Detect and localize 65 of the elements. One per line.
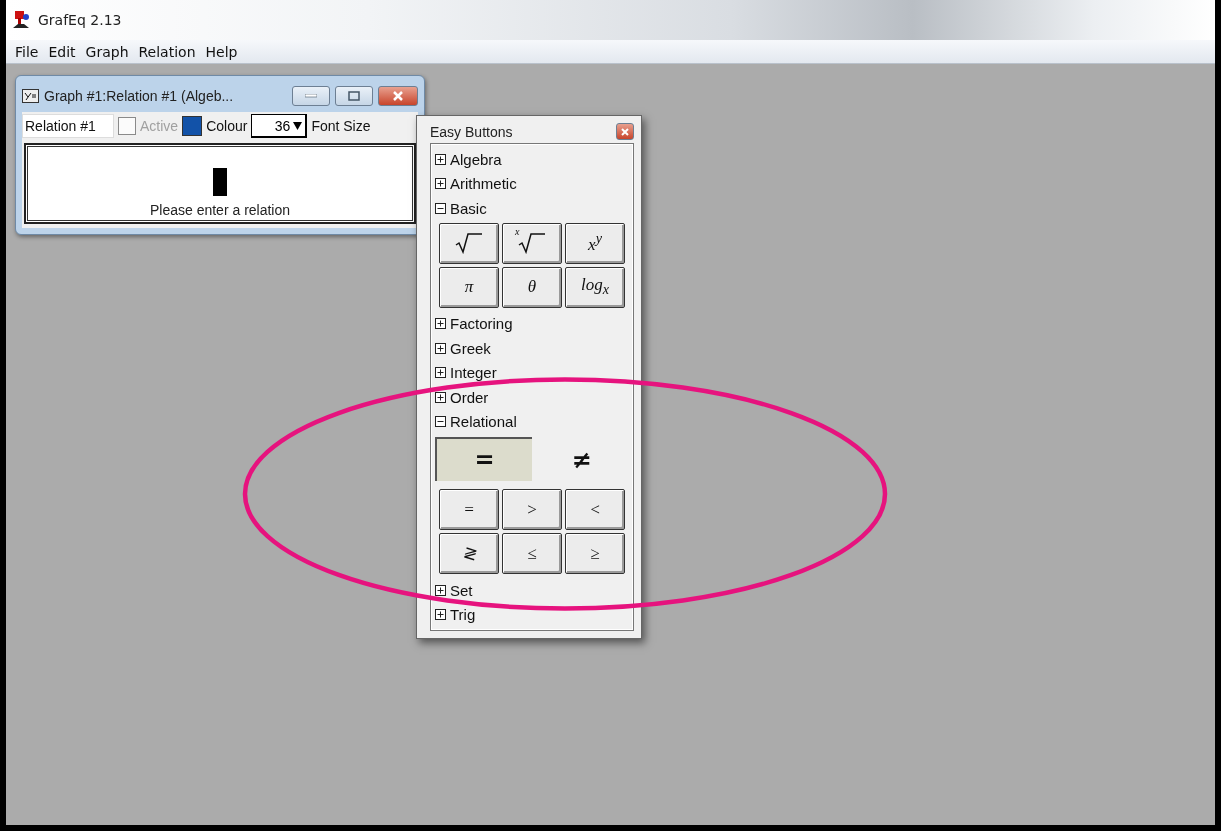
- square-root-icon: [454, 232, 484, 254]
- caret-icon: [293, 121, 303, 130]
- collapse-icon[interactable]: [435, 202, 446, 214]
- maximize-button[interactable]: [335, 86, 373, 106]
- menu-item[interactable]: Graph: [80, 43, 134, 60]
- expand-icon[interactable]: [435, 153, 446, 165]
- symbol-button[interactable]: ≤: [502, 533, 562, 574]
- category-label[interactable]: Trig: [450, 606, 476, 624]
- close-icon: [392, 91, 404, 101]
- app-logo-icon: [12, 10, 32, 30]
- graph-window-icon: [22, 89, 39, 103]
- expand-icon[interactable]: [435, 367, 446, 379]
- relation-name-field[interactable]: Relation #1: [22, 114, 114, 138]
- menu-item[interactable]: Relation: [133, 43, 201, 60]
- expand-icon[interactable]: [435, 609, 446, 621]
- close-button[interactable]: [616, 123, 634, 140]
- minimize-button[interactable]: [292, 86, 330, 106]
- category-label[interactable]: Order: [450, 388, 489, 406]
- close-button[interactable]: [378, 86, 418, 106]
- symbol-button[interactable]: [439, 222, 499, 264]
- window-title: GrafEq 2.13: [38, 12, 122, 28]
- menu-item[interactable]: Edit: [43, 43, 81, 60]
- colour-label: Colour: [206, 118, 248, 134]
- expand-icon[interactable]: [435, 178, 446, 190]
- category-label[interactable]: Greek: [450, 339, 491, 357]
- expand-icon[interactable]: [435, 318, 446, 330]
- menu-item[interactable]: Help: [200, 43, 243, 60]
- menu-item[interactable]: File: [10, 43, 44, 60]
- collapse-icon[interactable]: [435, 416, 446, 428]
- panel-title: Easy Buttons: [430, 123, 513, 140]
- maximize-icon: [348, 91, 360, 101]
- expand-icon[interactable]: [435, 342, 446, 354]
- expand-icon[interactable]: [435, 584, 446, 596]
- symbol-button[interactable]: log$_{x}$: [565, 266, 625, 308]
- category-label[interactable]: Basic: [450, 199, 487, 217]
- symbol-button[interactable]: =: [439, 489, 499, 530]
- relation-option[interactable]: =: [435, 437, 532, 481]
- category-label[interactable]: Arithmetic: [450, 175, 517, 193]
- relation-option[interactable]: ≠: [532, 437, 629, 481]
- symbol-button[interactable]: <: [565, 489, 625, 530]
- active-label: Active: [140, 118, 179, 134]
- symbol-button[interactable]: ≥: [565, 533, 625, 574]
- symbol-button[interactable]: >: [502, 489, 562, 530]
- symbol-button[interactable]: θ: [502, 266, 562, 308]
- font-size-label: Font Size: [311, 118, 371, 134]
- editor-hint: Please enter a relation: [149, 202, 291, 218]
- root-index: x: [515, 226, 520, 237]
- symbol-button[interactable]: ≷: [439, 533, 499, 574]
- category-label[interactable]: Algebra: [450, 150, 502, 168]
- graph-window-title: Graph #1:Relation #1 (Algeb...: [44, 88, 235, 104]
- nth-root-icon: [517, 232, 547, 254]
- font-size-dropdown[interactable]: 36: [251, 114, 308, 138]
- close-icon: [621, 127, 629, 136]
- category-label[interactable]: Set: [450, 581, 473, 599]
- category-label[interactable]: Factoring: [450, 315, 513, 333]
- symbol-button[interactable]: π: [439, 266, 499, 308]
- text-cursor: [213, 168, 227, 196]
- colour-swatch[interactable]: [182, 116, 203, 136]
- category-label[interactable]: Integer: [450, 364, 497, 382]
- expand-icon[interactable]: [435, 391, 446, 403]
- relation-editor[interactable]: Please enter a relation: [24, 143, 416, 224]
- symbol-button[interactable]: x$^{y}$: [565, 222, 625, 264]
- category-label[interactable]: Relational: [450, 413, 517, 431]
- minimize-icon: [305, 94, 317, 98]
- symbol-button[interactable]: x: [502, 222, 562, 264]
